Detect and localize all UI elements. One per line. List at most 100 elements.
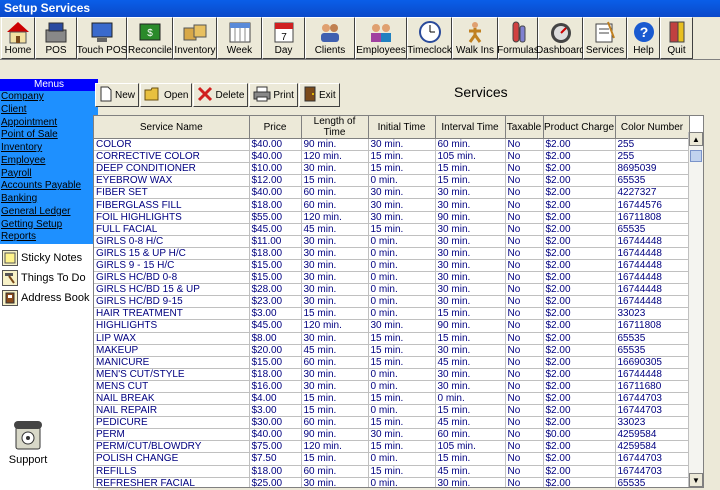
scroll-thumb[interactable] bbox=[690, 150, 702, 162]
table-row[interactable]: PERM $40.00 90 min. 30 min. 60 min. No $0.00 42… bbox=[94, 428, 690, 442]
toolbar-button-home[interactable]: Home bbox=[1, 17, 35, 59]
toolbar-button-services[interactable]: Services bbox=[583, 17, 627, 59]
toolbar-button-formulas[interactable]: Formulas bbox=[497, 17, 539, 59]
table-cell: $40.00 bbox=[249, 138, 302, 152]
table-row[interactable]: POLISH CHANGE $7.50 15 min. 0 min. 15 min. No… bbox=[94, 452, 690, 466]
table-row[interactable]: NAIL REPAIR $3.00 15 min. 0 min. 15 min. No $2… bbox=[94, 404, 690, 418]
toolbar-button-timeclock[interactable]: Timeclock bbox=[407, 17, 452, 59]
table-row[interactable]: GIRLS 9 - 15 H/C $15.00 30 min. 0 min. 30 mi… bbox=[94, 259, 690, 273]
tool-links: Sticky Notes Things To Do Address Book bbox=[0, 244, 98, 308]
table-cell: $18.00 bbox=[249, 247, 302, 260]
table-row[interactable]: FIBERGLASS FILL $18.00 60 min. 30 min. 30 mi… bbox=[94, 198, 690, 212]
vertical-scrollbar[interactable]: ▲ ▼ bbox=[688, 132, 703, 487]
table-cell: No bbox=[505, 247, 544, 260]
table-cell: 45 min. bbox=[435, 465, 506, 478]
toolbar-button-touch-pos[interactable]: Touch POS bbox=[77, 17, 127, 59]
table-cell: POLISH CHANGE bbox=[94, 452, 250, 466]
new-button[interactable]: New bbox=[95, 83, 140, 107]
menu-item-employee[interactable]: Employee bbox=[0, 154, 98, 168]
menu-item-general-ledger[interactable]: General Ledger bbox=[0, 205, 98, 219]
table-cell: 30 min. bbox=[368, 428, 436, 442]
menu-item-banking[interactable]: Banking bbox=[0, 193, 98, 206]
table-row[interactable]: MANICURE $15.00 60 min. 15 min. 45 min. No $2.… bbox=[94, 356, 690, 369]
toolbar-button-reconcile[interactable]: $ Reconcile bbox=[127, 17, 173, 59]
toolbar-button-quit[interactable]: Quit bbox=[660, 17, 693, 59]
print-button[interactable]: Print bbox=[249, 83, 298, 107]
menu-item-client[interactable]: Client bbox=[0, 103, 98, 117]
table-row[interactable]: FIBER SET $40.00 60 min. 30 min. 30 min. No $2… bbox=[94, 186, 690, 200]
table-row[interactable]: GIRLS HC/BD 9-15 $23.00 30 min. 0 min. 30 mi… bbox=[94, 295, 690, 309]
table-row[interactable]: PEDICURE $30.00 60 min. 15 min. 45 min. No $2.… bbox=[94, 416, 690, 430]
table-cell: 65535 bbox=[615, 332, 690, 345]
table-cell: $45.00 bbox=[249, 223, 302, 236]
toolbar-button-label: Clients bbox=[314, 45, 346, 56]
table-row[interactable]: CORRECTIVE COLOR $40.00 120 min. 15 min. 105… bbox=[94, 150, 690, 164]
toolbar-button-inventory[interactable]: Inventory bbox=[173, 17, 217, 59]
table-row[interactable]: PERM/CUT/BLOWDRY $75.00 120 min. 15 min. 105… bbox=[94, 440, 690, 454]
table-cell: 16744703 bbox=[615, 392, 690, 406]
menu-item-appointment[interactable]: Appointment bbox=[0, 116, 98, 130]
table-row[interactable]: MENS CUT $16.00 30 min. 0 min. 30 min. No $2.0… bbox=[94, 380, 690, 393]
toolbar-button-day[interactable]: 7 Day bbox=[262, 17, 305, 59]
delete-button[interactable]: Delete bbox=[193, 83, 249, 107]
toolbar-button-dashboard[interactable]: Dashboard bbox=[536, 17, 585, 59]
tool-link-sticky-notes[interactable]: Sticky Notes bbox=[0, 248, 98, 268]
table-row[interactable]: FULL FACIAL $45.00 45 min. 15 min. 30 min. No… bbox=[94, 223, 690, 236]
open-button[interactable]: Open bbox=[140, 83, 193, 107]
table-cell: 30 min. bbox=[301, 271, 369, 285]
table-cell: $2.00 bbox=[543, 319, 616, 333]
menu-item-point-of-sale[interactable]: Point of Sale bbox=[0, 129, 98, 142]
table-cell: MAKEUP bbox=[94, 344, 250, 357]
table-cell: 60 min. bbox=[301, 465, 369, 478]
services-grid[interactable]: Service Name Price Length of Time Initial T… bbox=[93, 115, 704, 488]
exit-button[interactable]: Exit bbox=[298, 83, 340, 107]
table-row[interactable]: HIGHLIGHTS $45.00 120 min. 30 min. 90 min. No… bbox=[94, 319, 690, 333]
table-row[interactable]: COLOR $40.00 90 min. 30 min. 60 min. No $2.00 2… bbox=[94, 138, 690, 152]
table-cell: 15 min. bbox=[435, 404, 506, 418]
toolbar-button-pos[interactable]: POS bbox=[35, 17, 77, 59]
menu-item-getting-setup[interactable]: Getting Setup bbox=[0, 218, 98, 232]
table-row[interactable]: GIRLS 0-8 H/C $11.00 30 min. 0 min. 30 min. N… bbox=[94, 235, 690, 248]
table-cell: PERM bbox=[94, 428, 250, 442]
scroll-down-button[interactable]: ▼ bbox=[689, 473, 703, 487]
table-row[interactable]: DEEP CONDITIONER $10.00 30 min. 15 min. 15 m… bbox=[94, 162, 690, 176]
column-header-color-number[interactable]: Color Number bbox=[615, 116, 690, 139]
menu-item-reports[interactable]: Reports bbox=[0, 231, 98, 244]
table-row[interactable]: LIP WAX $8.00 30 min. 15 min. 15 min. No $2.00… bbox=[94, 332, 690, 345]
toolbar-button-week[interactable]: Week bbox=[217, 17, 262, 59]
toolbar-button-employees[interactable]: Employees bbox=[355, 17, 407, 59]
menu-item-inventory[interactable]: Inventory bbox=[0, 142, 98, 155]
table-row[interactable]: GIRLS HC/BD 0-8 $15.00 30 min. 0 min. 30 min… bbox=[94, 271, 690, 285]
column-header-length-of-time[interactable]: Length of Time bbox=[301, 116, 369, 139]
table-cell: 105 min. bbox=[435, 440, 506, 454]
menu-item-payroll[interactable]: Payroll bbox=[0, 167, 98, 181]
toolbar-button-walk-ins[interactable]: Walk Ins bbox=[452, 17, 498, 59]
table-row[interactable]: GIRLS HC/BD 15 & UP $28.00 30 min. 0 min. 30… bbox=[94, 283, 690, 297]
table-row[interactable]: MAKEUP $20.00 45 min. 15 min. 30 min. No $2.00… bbox=[94, 344, 690, 357]
menu-item-accounts-payable[interactable]: Accounts Payable bbox=[0, 180, 98, 193]
column-header-taxable[interactable]: Taxable bbox=[505, 116, 544, 139]
table-row[interactable]: FOIL HIGHLIGHTS $55.00 120 min. 30 min. 90 m… bbox=[94, 211, 690, 224]
table-row[interactable]: HAIR TREATMENT $3.00 15 min. 0 min. 15 min. N… bbox=[94, 307, 690, 321]
tool-link-address-book[interactable]: Address Book bbox=[0, 288, 98, 308]
toolbar-button-help[interactable]: ? Help bbox=[627, 17, 660, 59]
column-header-service-name[interactable]: Service Name bbox=[94, 116, 250, 139]
table-cell: 30 min. bbox=[301, 283, 369, 297]
column-header-initial-time[interactable]: Initial Time bbox=[368, 116, 436, 139]
table-row[interactable]: EYEBROW WAX $12.00 15 min. 0 min. 15 min. No $… bbox=[94, 174, 690, 188]
table-row[interactable]: REFILLS $18.00 60 min. 15 min. 45 min. No $2.0… bbox=[94, 465, 690, 478]
tool-link-things-to-do[interactable]: Things To Do bbox=[0, 268, 98, 288]
table-row[interactable]: NAIL BREAK $4.00 15 min. 15 min. 0 min. No $2.… bbox=[94, 392, 690, 406]
column-header-price[interactable]: Price bbox=[249, 116, 302, 139]
menu-item-company[interactable]: Company bbox=[0, 91, 98, 104]
scroll-up-button[interactable]: ▲ bbox=[689, 132, 703, 146]
table-row[interactable]: MEN'S CUT/STYLE $18.00 30 min. 0 min. 30 min… bbox=[94, 368, 690, 381]
action-button-label: Print bbox=[273, 89, 294, 101]
table-row[interactable]: GIRLS 15 & UP H/C $18.00 30 min. 0 min. 30 m… bbox=[94, 247, 690, 260]
column-header-product-charge[interactable]: Product Charge bbox=[543, 116, 616, 139]
toolbar-button-clients[interactable]: Clients bbox=[305, 17, 355, 59]
support-button[interactable]: Support bbox=[8, 419, 48, 466]
table-row[interactable]: REFRESHER FACIAL $25.00 30 min. 0 min. 30 mi… bbox=[94, 477, 690, 487]
table-cell: 15 min. bbox=[435, 332, 506, 345]
column-header-interval-time[interactable]: Interval Time bbox=[435, 116, 506, 139]
